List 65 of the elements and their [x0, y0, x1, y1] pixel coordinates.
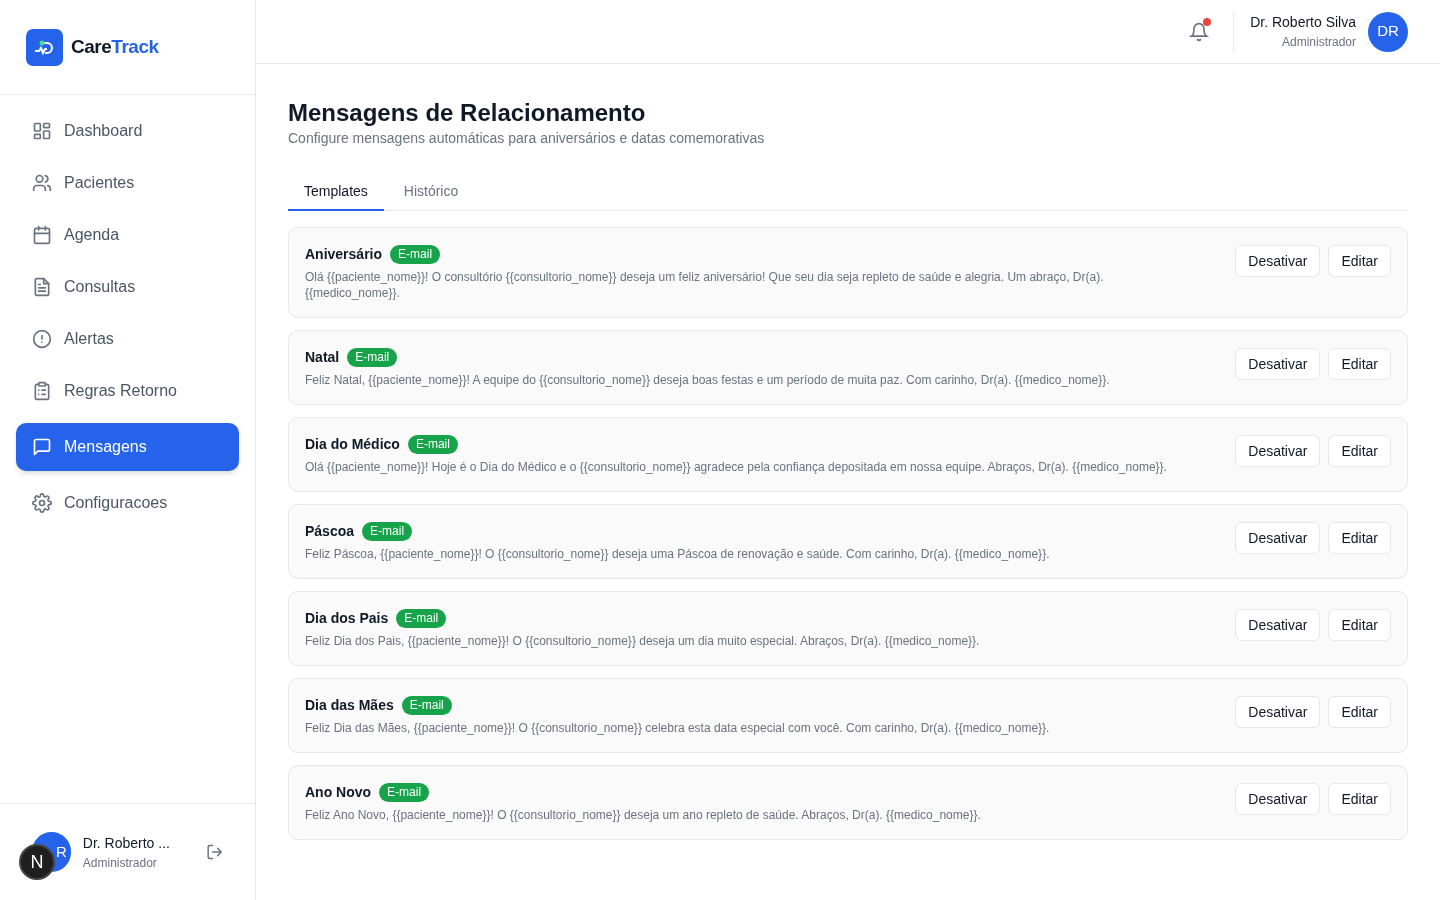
document-icon — [32, 277, 52, 297]
dashboard-icon — [32, 121, 52, 141]
deactivate-button[interactable]: Desativar — [1235, 609, 1321, 641]
user-avatar[interactable]: DR — [1368, 11, 1408, 52]
template-name: Dia do Médico — [305, 435, 400, 454]
user-name: Dr. Roberto ... — [82, 833, 171, 853]
deactivate-button[interactable]: Desativar — [1235, 245, 1321, 277]
user-role: Administrador — [82, 854, 158, 872]
message-icon — [32, 437, 52, 457]
sidebar-item[interactable]: Alertas — [16, 319, 239, 359]
edit-button[interactable]: Editar — [1328, 522, 1391, 554]
sidebar-item[interactable]: Pacientes — [16, 163, 239, 203]
edit-button[interactable]: Editar — [1328, 783, 1391, 815]
sidebar-item[interactable]: Regras Retorno — [16, 371, 239, 411]
alert-icon — [32, 329, 52, 349]
edit-button[interactable]: Editar — [1328, 348, 1391, 380]
tab[interactable]: Templates — [288, 173, 384, 211]
edit-button[interactable]: Editar — [1328, 609, 1391, 641]
template-message: Feliz Natal, {{paciente_nome}}! A equipe do {{consultorio_nome}} deseja boas festas e um período de muita paz. Com carinho, Dr(a). {{medico_nome}}. — [305, 372, 1110, 388]
deactivate-button[interactable]: Desativar — [1235, 522, 1321, 554]
sidebar-item[interactable]: Configuracoes — [16, 483, 239, 523]
template-message: Feliz Dia dos Pais, {{paciente_nome}}! O {{consultorio_nome}} deseja um dia muito especial. Abraços, Dr(a). {{medico_nome}}. — [305, 633, 980, 649]
channel-badge: E-mail — [401, 696, 452, 715]
sidebar-item[interactable]: Mensagens — [16, 423, 239, 471]
deactivate-button[interactable]: Desativar — [1235, 783, 1321, 815]
template-message: Olá {{paciente_nome}}! Hoje é o Dia do Médico e o {{consultorio_nome}} agradece pela confiança depositada em nossa equipe. Abraços, Dr(a). {{medico_nome}}. — [305, 459, 1167, 475]
user-name: Dr. Roberto Silva — [1250, 13, 1356, 32]
template-name: Dia das Mães — [305, 696, 394, 715]
template-message: Feliz Ano Novo, {{paciente_nome}}! O {{consultorio_nome}} deseja um ano repleto de saúde. Abraços, Dr(a). {{medico_nome}}. — [305, 807, 981, 823]
channel-badge: E-mail — [379, 783, 430, 802]
settings-icon — [32, 493, 52, 513]
user-role: Administrador — [1281, 34, 1356, 51]
template-name: Ano Novo — [305, 783, 372, 802]
deactivate-button[interactable]: Desativar — [1235, 435, 1321, 467]
clipboard-icon — [32, 381, 52, 401]
page-title: Mensagens de Relacionamento — [288, 98, 647, 128]
calendar-icon — [32, 225, 52, 245]
channel-badge: E-mail — [390, 245, 441, 264]
channel-badge: E-mail — [362, 522, 413, 541]
template-name: Natal — [305, 348, 340, 367]
channel-badge: E-mail — [347, 348, 398, 367]
brand-name: CareTrack — [71, 34, 159, 59]
template-message: Feliz Dia das Mães, {{paciente_nome}}! O {{consultorio_nome}} celebra esta data especial com você. Com carinho, Dr(a). {{medico_nome}}. — [305, 720, 1050, 736]
channel-badge: E-mail — [407, 435, 458, 454]
template-name: Páscoa — [305, 522, 355, 541]
notification-bell-icon[interactable] — [1189, 21, 1210, 42]
page-subtitle: Configure mensagens automáticas para aniversários e datas comemorativas — [288, 129, 766, 148]
template-message: Feliz Páscoa, {{paciente_nome}}! O {{consultorio_nome}} deseja uma Páscoa de renovação e saúde. Com carinho, Dr(a). {{medico_nome}}. — [305, 546, 1050, 562]
deactivate-button[interactable]: Desativar — [1235, 696, 1321, 728]
logo-icon — [26, 28, 63, 66]
edit-button[interactable]: Editar — [1328, 696, 1391, 728]
sidebar-item[interactable]: Dashboard — [16, 111, 239, 151]
edit-button[interactable]: Editar — [1328, 435, 1391, 467]
logout-icon[interactable] — [205, 843, 223, 861]
sidebar-item[interactable]: Agenda — [16, 215, 239, 255]
dev-badge[interactable]: N — [19, 844, 55, 880]
template-message: Olá {{paciente_nome}}! O consultório {{consultorio_nome}} deseja um feliz aniversário! Que seu dia seja repleto de saúde e alegria. Um abraço, Dr(a). {{medico_nome}}. — [305, 269, 1105, 301]
channel-badge: E-mail — [396, 609, 447, 628]
template-name: Dia dos Pais — [305, 609, 389, 628]
users-icon — [32, 173, 52, 193]
edit-button[interactable]: Editar — [1328, 245, 1391, 277]
template-name: Aniversário — [305, 245, 383, 264]
sidebar-item[interactable]: Consultas — [16, 267, 239, 307]
deactivate-button[interactable]: Desativar — [1235, 348, 1321, 380]
tab[interactable]: Histórico — [383, 173, 479, 211]
